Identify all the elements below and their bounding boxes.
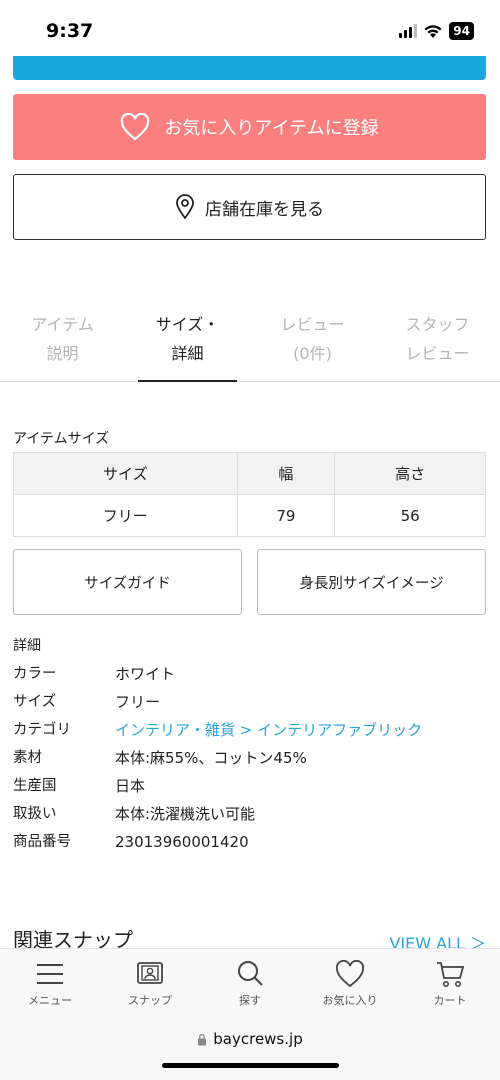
detail-row-material: 素材 本体:麻55%、コットン45%	[13, 748, 486, 776]
nav-label: 探す	[239, 994, 261, 1007]
nav-cart[interactable]: カート	[400, 949, 500, 1013]
detail-row-product-number: 商品番号 23013960001420	[13, 832, 486, 860]
nav-label: メニュー	[28, 994, 72, 1007]
add-favorite-label: お気に入りアイテムに登録	[164, 118, 379, 139]
url-text: baycrews.jp	[213, 1030, 303, 1048]
signal-icon	[399, 24, 418, 38]
size-guide-button[interactable]: サイズガイド	[13, 549, 242, 615]
detail-row-country: 生産国 日本	[13, 776, 486, 804]
nav-label: カート	[433, 994, 467, 1007]
browser-url-bar[interactable]: baycrews.jp	[0, 1013, 500, 1080]
details-section: 詳細 カラー ホワイト サイズ フリー カテゴリ インテリア・雑貨 > インテリ…	[13, 636, 486, 860]
add-to-cart-button[interactable]	[13, 56, 486, 80]
status-time: 9:37	[46, 20, 94, 42]
bottom-nav: メニュー スナップ 探す お気に入り カート	[0, 948, 500, 1013]
lock-icon	[198, 1033, 207, 1045]
wifi-icon	[424, 24, 442, 38]
home-indicator	[162, 1063, 339, 1068]
nav-snap[interactable]: スナップ	[100, 949, 200, 1013]
table-cell: フリー	[13, 494, 238, 537]
detail-key: カラー	[13, 666, 57, 682]
detail-key: カテゴリ	[13, 722, 71, 738]
item-size-title: アイテムサイズ	[13, 431, 110, 447]
detail-tabs: アイテム 説明 サイズ・ 詳細 レビュー (0件) スタッフ レビュー	[0, 300, 500, 382]
table-header-cell: サイズ	[13, 452, 238, 495]
tab-staff-reviews[interactable]: スタッフ レビュー	[375, 300, 500, 381]
location-pin-icon	[176, 194, 194, 220]
table-header-cell: 幅	[236, 452, 336, 495]
detail-value: フリー	[115, 693, 161, 711]
detail-value: 23013960001420	[115, 833, 249, 851]
detail-key: 素材	[13, 750, 42, 766]
nav-label: お気に入り	[322, 994, 378, 1007]
height-size-image-button[interactable]: 身長別サイズイメージ	[257, 549, 486, 615]
detail-row-category: カテゴリ インテリア・雑貨 > インテリアファブリック	[13, 720, 486, 748]
add-favorite-button[interactable]: お気に入りアイテムに登録	[13, 94, 486, 160]
cart-icon	[437, 962, 465, 987]
table-cell: 79	[236, 494, 336, 537]
nav-menu[interactable]: メニュー	[0, 949, 100, 1013]
nav-search[interactable]: 探す	[200, 949, 300, 1013]
status-bar: 9:37 94	[0, 0, 500, 56]
heart-icon	[121, 113, 150, 141]
table-header-row: サイズ 幅 高さ	[13, 452, 486, 495]
store-stock-label: 店舗在庫を見る	[205, 199, 324, 220]
table-header-cell: 高さ	[334, 452, 486, 495]
battery-indicator: 94	[449, 22, 474, 40]
search-icon	[238, 961, 263, 986]
store-stock-button[interactable]: 店舗在庫を見る	[13, 174, 486, 240]
snap-icon	[137, 962, 163, 984]
tab-item-description[interactable]: アイテム 説明	[0, 300, 125, 381]
tab-size-details[interactable]: サイズ・ 詳細	[125, 300, 250, 382]
tab-reviews[interactable]: レビュー (0件)	[250, 300, 375, 381]
url-display[interactable]: baycrews.jp	[0, 1030, 500, 1048]
nav-favorites[interactable]: お気に入り	[300, 949, 400, 1013]
detail-value: ホワイト	[115, 665, 176, 683]
nav-label: スナップ	[128, 994, 172, 1007]
status-icons: 94	[399, 22, 474, 40]
detail-row-color: カラー ホワイト	[13, 664, 486, 692]
detail-key: 生産国	[13, 778, 57, 794]
details-title: 詳細	[13, 638, 41, 654]
category-link[interactable]: インテリア・雑貨 > インテリアファブリック	[115, 720, 486, 748]
menu-icon	[37, 964, 63, 984]
detail-key: サイズ	[13, 694, 57, 710]
table-cell: 56	[334, 494, 486, 537]
detail-value: 本体:洗濯機洗い可能	[115, 805, 256, 823]
detail-row-care: 取扱い 本体:洗濯機洗い可能	[13, 804, 486, 832]
detail-value: 本体:麻55%、コットン45%	[115, 749, 307, 767]
detail-key: 取扱い	[13, 806, 57, 822]
heart-icon	[335, 959, 365, 988]
detail-value: 日本	[115, 777, 146, 795]
detail-row-size: サイズ フリー	[13, 692, 486, 720]
table-row: フリー 79 56	[13, 494, 486, 537]
size-table: サイズ 幅 高さ フリー 79 56	[13, 452, 486, 537]
detail-key: 商品番号	[13, 834, 71, 850]
